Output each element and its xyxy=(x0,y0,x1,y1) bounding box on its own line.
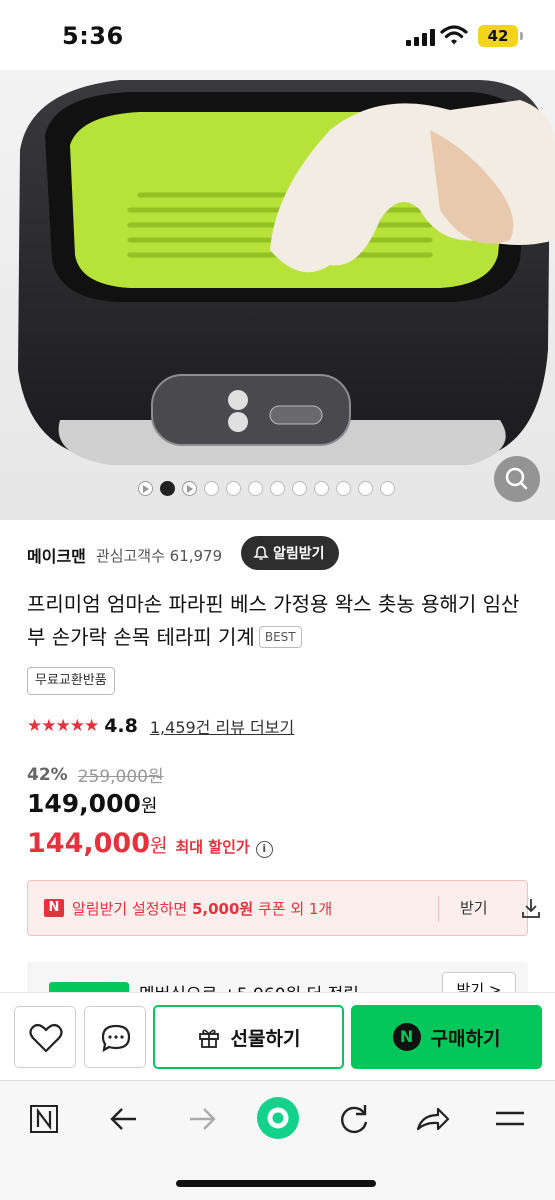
zoom-button[interactable] xyxy=(494,456,540,502)
signal-icon xyxy=(406,28,435,46)
best-badge: BEST xyxy=(258,626,302,648)
best-price-value: 144,000 xyxy=(27,828,150,859)
chat-button[interactable] xyxy=(84,1006,146,1068)
pagination-dot[interactable] xyxy=(292,481,307,496)
pagination-dot[interactable] xyxy=(160,481,175,496)
rating-stars: ★★★★★ xyxy=(27,716,99,736)
coupon-banner[interactable]: N 알림받기 설정하면 5,000원 쿠폰 외 1개 받기 xyxy=(27,880,540,936)
pagination-dot[interactable] xyxy=(204,481,219,496)
product-image[interactable] xyxy=(0,70,555,520)
battery-icon: 42 xyxy=(478,25,518,47)
pagination-dot[interactable] xyxy=(138,481,153,496)
free-return-tag: 무료교환반품 xyxy=(27,667,115,695)
best-price-unit: 원 xyxy=(149,835,168,857)
buy-button[interactable]: N 구매하기 xyxy=(351,1005,542,1069)
paraffin-bath-illustration xyxy=(0,70,555,520)
search-zoom-icon xyxy=(505,467,528,490)
home-icon[interactable] xyxy=(255,1095,301,1141)
wishlist-button[interactable] xyxy=(14,1006,76,1068)
pagination-dot[interactable] xyxy=(182,481,197,496)
product-title: 프리미엄 엄마손 파라핀 베스 가정용 왁스 촛농 용해기 임산부 손가락 손목… xyxy=(27,588,527,654)
gallery-pagination xyxy=(138,481,395,496)
status-bar: 5:36 42 xyxy=(0,0,555,70)
alarm-subscribe-button[interactable]: 알림받기 xyxy=(241,536,339,570)
buy-label: 구매하기 xyxy=(430,1027,501,1050)
discount-row: 42% 259,000원 xyxy=(27,762,164,788)
share-icon[interactable] xyxy=(410,1097,454,1141)
bell-icon xyxy=(253,546,269,560)
rating-score: 4.8 xyxy=(104,715,138,737)
coupon-get-button[interactable]: 받기 xyxy=(460,897,488,918)
pagination-dot[interactable] xyxy=(380,481,395,496)
chat-icon xyxy=(101,1024,131,1053)
sale-price: 149,000원 xyxy=(27,789,157,818)
battery-tip xyxy=(520,32,523,40)
pagination-dot[interactable] xyxy=(270,481,285,496)
gift-icon xyxy=(198,1029,219,1048)
info-icon[interactable]: i xyxy=(255,841,273,858)
back-arrow-icon[interactable] xyxy=(102,1097,146,1141)
wifi-icon xyxy=(440,25,468,45)
naver-home-icon[interactable] xyxy=(22,1097,66,1141)
original-price: 259,000원 xyxy=(77,767,164,787)
download-icon[interactable] xyxy=(521,897,541,919)
naver-n-icon: N xyxy=(44,899,64,917)
best-price-row: 144,000 원 최대 할인가 i xyxy=(27,828,273,859)
divider xyxy=(438,896,439,922)
coupon-text: 알림받기 설정하면 5,000원 쿠폰 외 1개 xyxy=(72,898,332,919)
sale-price-value: 149,000 xyxy=(27,789,141,818)
clock: 5:36 xyxy=(62,22,124,50)
best-price-label: 최대 할인가 xyxy=(175,838,250,856)
coupon-text-prefix: 알림받기 설정하면 xyxy=(72,899,192,918)
heart-icon xyxy=(29,1023,63,1053)
gift-label: 선물하기 xyxy=(230,1027,301,1050)
pagination-dot[interactable] xyxy=(226,481,241,496)
coupon-amount: 5,000원 xyxy=(191,899,254,918)
store-name[interactable]: 메이크맨 xyxy=(27,543,86,567)
pagination-dot[interactable] xyxy=(314,481,329,496)
pagination-dot[interactable] xyxy=(248,481,263,496)
sale-price-unit: 원 xyxy=(140,796,158,817)
pagination-dot[interactable] xyxy=(358,481,373,496)
alarm-button-label: 알림받기 xyxy=(273,546,325,562)
pagination-dot[interactable] xyxy=(336,481,351,496)
forward-arrow-icon[interactable] xyxy=(180,1097,224,1141)
store-fans-count: 관심고객수 61,979 xyxy=(95,546,223,565)
menu-icon[interactable] xyxy=(488,1097,532,1141)
naver-pay-icon: N xyxy=(392,1023,421,1051)
home-indicator xyxy=(176,1180,376,1187)
discount-rate: 42% xyxy=(27,764,68,785)
coupon-text-suffix: 쿠폰 외 1개 xyxy=(253,899,333,918)
purchase-action-bar: 선물하기 N 구매하기 xyxy=(0,992,555,1080)
review-more-link[interactable]: 1,459건 리뷰 더보기 xyxy=(150,714,294,738)
store-info: 메이크맨 관심고객수 61,979 xyxy=(27,538,222,572)
gift-button[interactable]: 선물하기 xyxy=(153,1005,344,1069)
rating-row: ★★★★★ 4.8 1,459건 리뷰 더보기 xyxy=(27,712,294,740)
refresh-icon[interactable] xyxy=(332,1097,376,1141)
